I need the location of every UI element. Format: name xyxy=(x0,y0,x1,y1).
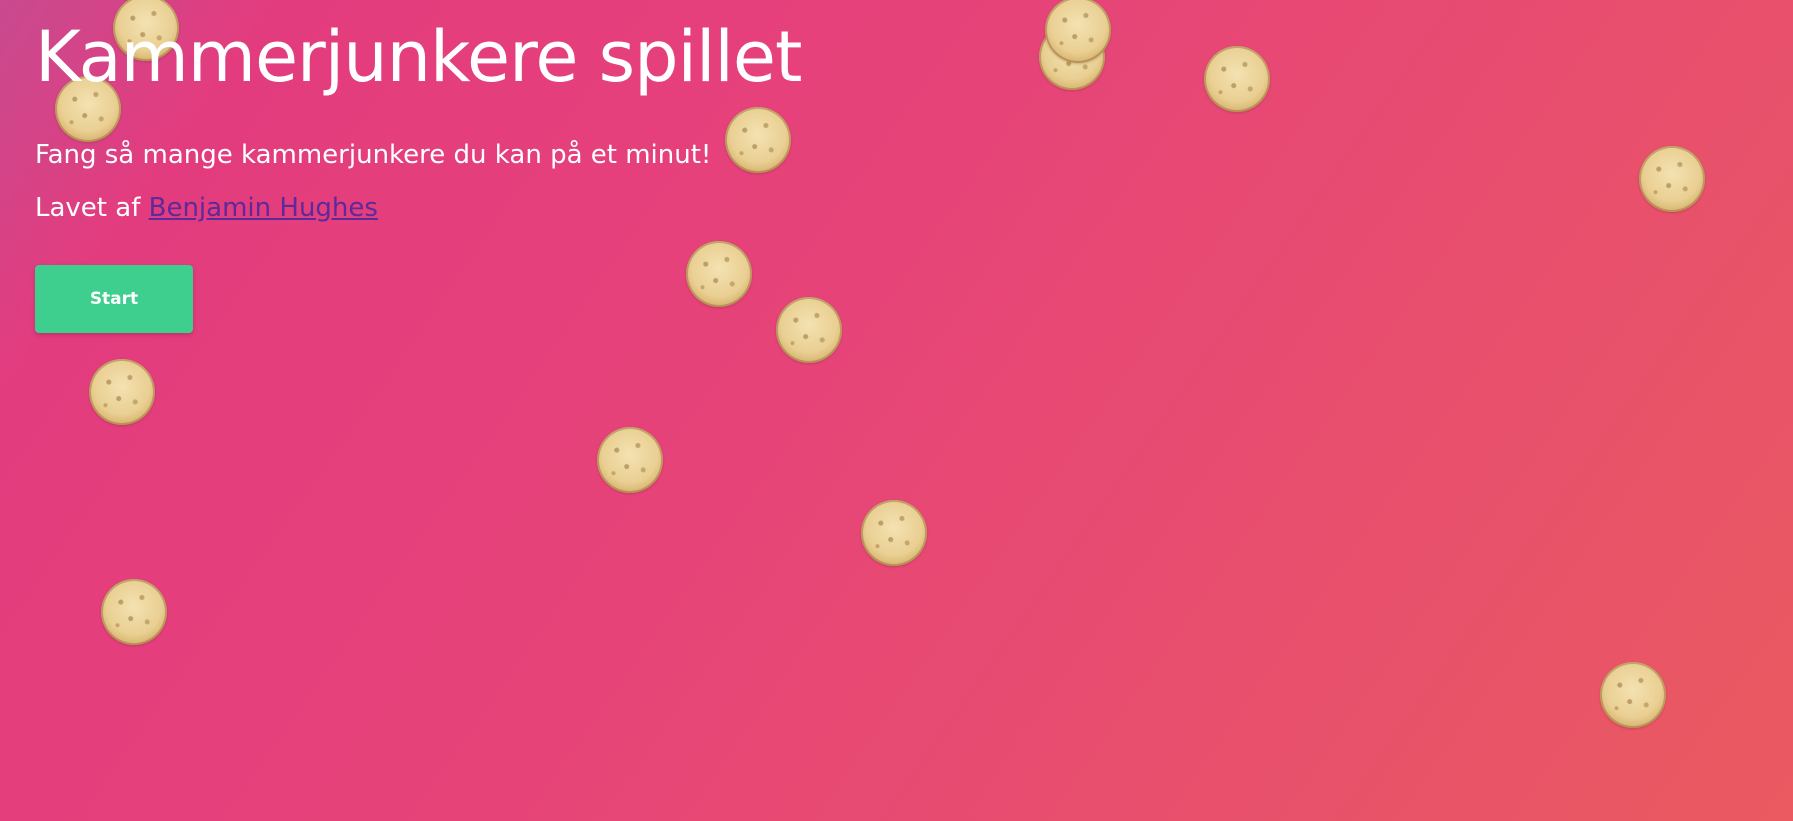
cookie-icon[interactable] xyxy=(861,500,927,566)
credit-prefix: Lavet af xyxy=(35,193,141,223)
cookie-icon[interactable] xyxy=(101,579,167,645)
cookie-icon[interactable] xyxy=(1639,146,1705,212)
cookie-icon[interactable] xyxy=(1600,662,1666,728)
page-title: Kammerjunkere spillet xyxy=(35,16,802,98)
cookie-icon[interactable] xyxy=(1045,0,1111,63)
game-instructions: Fang så mange kammerjunkere du kan på et… xyxy=(35,140,712,170)
cookie-icon[interactable] xyxy=(597,427,663,493)
intro-panel: Kammerjunkere spillet Fang så mange kamm… xyxy=(35,0,802,333)
start-button[interactable]: Start xyxy=(35,265,193,333)
cookie-icon[interactable] xyxy=(89,359,155,425)
cookie-icon[interactable] xyxy=(1204,46,1270,112)
author-credit: Lavet af Benjamin Hughes xyxy=(35,192,801,224)
author-link[interactable]: Benjamin Hughes xyxy=(149,193,378,223)
